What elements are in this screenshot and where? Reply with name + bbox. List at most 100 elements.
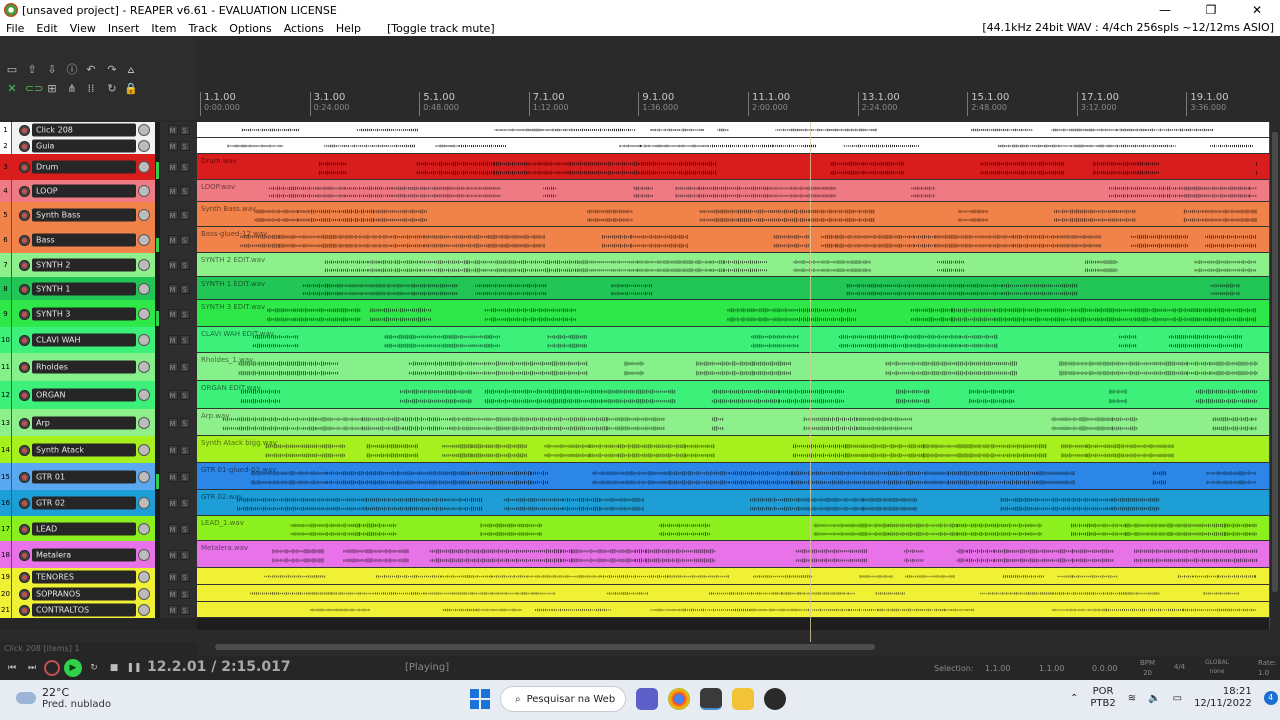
- record-arm-icon[interactable]: [19, 308, 30, 320]
- record-arm-icon[interactable]: [19, 498, 30, 509]
- track-number[interactable]: 4: [0, 180, 12, 202]
- mute-button[interactable]: M: [167, 471, 178, 482]
- solo-button[interactable]: S: [179, 186, 190, 196]
- mute-button[interactable]: M: [167, 523, 178, 534]
- volume-knob[interactable]: [138, 259, 150, 271]
- track-number[interactable]: 17: [0, 516, 12, 541]
- mute-button[interactable]: M: [167, 498, 178, 508]
- track-name[interactable]: Synth Atack: [32, 443, 136, 456]
- track-name[interactable]: Guia: [32, 139, 136, 153]
- ruler-marker[interactable]: 9.1.00 1:36.000: [638, 92, 678, 116]
- mute-button[interactable]: M: [167, 571, 178, 582]
- track-header[interactable]: 3 Drum M S: [0, 154, 197, 180]
- track-lane[interactable]: Synth Atack bigg.wav: [197, 436, 1269, 463]
- track-name[interactable]: SOPRANOS: [32, 587, 136, 600]
- record-arm-icon[interactable]: [19, 571, 30, 583]
- solo-button[interactable]: S: [179, 605, 190, 615]
- track-header[interactable]: 2 Guia M S: [0, 138, 197, 154]
- envelope-icon[interactable]: ↻: [105, 82, 119, 95]
- open-project-icon[interactable]: ⇧: [25, 63, 39, 76]
- track-panel[interactable]: Guia: [12, 138, 155, 154]
- mute-button[interactable]: M: [167, 549, 178, 560]
- mute-button[interactable]: M: [167, 362, 178, 372]
- track-number[interactable]: 8: [0, 277, 12, 300]
- volume-knob[interactable]: [138, 470, 150, 483]
- track-panel[interactable]: SYNTH 3: [12, 300, 155, 327]
- track-header[interactable]: 17 LEAD M S: [0, 516, 197, 541]
- track-panel[interactable]: Bass: [12, 227, 155, 253]
- track-name[interactable]: ORGAN: [32, 388, 136, 402]
- volume-knob[interactable]: [138, 208, 150, 221]
- time-signature[interactable]: 4/4: [1174, 663, 1185, 671]
- menu-help[interactable]: Help: [330, 22, 367, 35]
- track-name[interactable]: CLAVI WAH: [32, 333, 136, 347]
- menu-edit[interactable]: Edit: [30, 22, 63, 35]
- ruler-marker[interactable]: 15.1.00 2:48.000: [967, 92, 1009, 116]
- track-panel[interactable]: ORGAN: [12, 381, 155, 409]
- track-number[interactable]: 14: [0, 436, 12, 463]
- track-name[interactable]: TENORES: [32, 570, 136, 583]
- track-panel[interactable]: Synth Atack: [12, 436, 155, 463]
- record-arm-icon[interactable]: [19, 186, 30, 197]
- track-header[interactable]: 11 Rholdes M S: [0, 353, 197, 381]
- record-arm-icon[interactable]: [19, 471, 30, 483]
- track-number[interactable]: 2: [0, 138, 12, 154]
- ruler-marker[interactable]: 5.1.00 0:48.000: [419, 92, 459, 116]
- solo-button[interactable]: S: [179, 523, 190, 534]
- track-number[interactable]: 10: [0, 327, 12, 353]
- volume-icon[interactable]: 🔈: [1148, 693, 1160, 704]
- arrange-view[interactable]: Drum.wav LOOP.wav Synth Bass.wav Bass-glued…: [197, 122, 1269, 630]
- track-panel[interactable]: Drum: [12, 154, 155, 180]
- vertical-scroll-thumb[interactable]: [1272, 132, 1278, 592]
- loop-icon[interactable]: ↻: [86, 660, 102, 676]
- playrate-display[interactable]: Rate: 1.0: [1258, 658, 1276, 678]
- item-grouping-icon[interactable]: ⋔: [65, 82, 79, 95]
- solo-button[interactable]: S: [179, 390, 190, 400]
- ruler-marker[interactable]: 13.1.00 2:24.000: [857, 92, 900, 116]
- track-header[interactable]: 12 ORGAN M S: [0, 381, 197, 409]
- record-arm-icon[interactable]: [19, 235, 30, 246]
- lock-icon[interactable]: 🔒: [124, 82, 138, 95]
- volume-knob[interactable]: [138, 522, 150, 535]
- track-lane[interactable]: ORGAN EDIT.wav: [197, 381, 1269, 409]
- volume-knob[interactable]: [138, 604, 150, 616]
- record-arm-icon[interactable]: [19, 523, 30, 535]
- weather-widget[interactable]: 22°C Pred. nublado: [16, 686, 111, 710]
- ruler-marker[interactable]: 7.1.00 1:12.000: [528, 92, 569, 116]
- ruler-marker[interactable]: 1.1.00 0:00.000: [200, 92, 240, 116]
- minimize-button[interactable]: —: [1142, 0, 1188, 20]
- track-name[interactable]: GTR 02: [32, 496, 136, 510]
- project-settings-icon[interactable]: ⓘ: [65, 63, 79, 76]
- volume-knob[interactable]: [138, 307, 150, 320]
- track-lane[interactable]: Bass-glued-12.wav: [197, 227, 1269, 253]
- selection-length[interactable]: 0.0.00: [1092, 664, 1117, 673]
- track-name[interactable]: SYNTH 1: [32, 282, 136, 295]
- mute-button[interactable]: M: [167, 605, 178, 615]
- grid-icon[interactable]: ⊞: [45, 82, 59, 95]
- solo-button[interactable]: S: [179, 362, 190, 372]
- chrome-icon[interactable]: [668, 688, 690, 710]
- mute-button[interactable]: M: [167, 186, 178, 196]
- track-header[interactable]: 15 GTR 01 M S: [0, 463, 197, 490]
- bpm-display[interactable]: BPM 20: [1140, 658, 1155, 678]
- solo-button[interactable]: S: [179, 549, 190, 560]
- close-button[interactable]: ✕: [1234, 0, 1280, 20]
- track-lane[interactable]: SYNTH 3 EDIT.wav: [197, 300, 1269, 327]
- track-name[interactable]: SYNTH 2: [32, 258, 136, 272]
- track-panel[interactable]: GTR 02: [12, 490, 155, 516]
- solo-button[interactable]: S: [179, 444, 190, 455]
- volume-knob[interactable]: [138, 587, 150, 600]
- record-arm-icon[interactable]: [19, 125, 30, 136]
- timeline-ruler[interactable]: 1.1.00 0:00.000 3.1.00 0:24.000 5.1.00 0:48.0…: [197, 84, 1269, 120]
- go-to-start-icon[interactable]: ⏮: [4, 660, 20, 676]
- track-panel[interactable]: GTR 01: [12, 463, 155, 490]
- menu-view[interactable]: View: [64, 22, 102, 35]
- global-automation[interactable]: GLOBAL none: [1205, 658, 1229, 676]
- menu-options[interactable]: Options: [223, 22, 277, 35]
- global-value[interactable]: none: [1205, 667, 1229, 676]
- vertical-scrollbar[interactable]: [1269, 122, 1280, 630]
- chevron-up-icon[interactable]: ⌃: [1070, 693, 1078, 704]
- track-panel[interactable]: Synth Bass: [12, 202, 155, 227]
- record-arm-icon[interactable]: [19, 549, 30, 561]
- volume-knob[interactable]: [138, 443, 150, 456]
